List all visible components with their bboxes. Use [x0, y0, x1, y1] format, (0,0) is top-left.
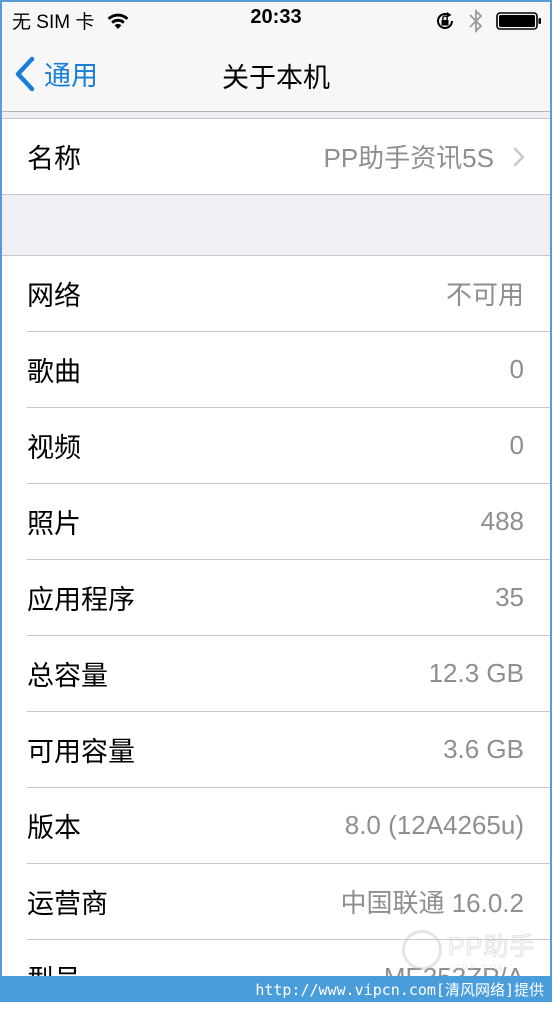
- row-value: 488: [480, 506, 524, 536]
- row-value: 中国联通 16.0.2: [340, 888, 524, 918]
- row-value: 35: [495, 582, 524, 612]
- info-row-applications: 应用程序 35: [27, 560, 552, 636]
- rotation-lock-icon: [437, 12, 453, 29]
- page-title: 关于本机: [222, 63, 330, 93]
- info-row-capacity: 总容量 12.3 GB: [27, 636, 552, 712]
- info-row-videos: 视频 0: [27, 408, 552, 484]
- name-row[interactable]: 名称 PP助手资讯5S: [27, 119, 552, 194]
- info-group: 网络 不可用 歌曲 0 视频 0 照片 488 应用程序 35 总容量 12.3…: [0, 256, 552, 1015]
- row-value: 0: [509, 430, 524, 460]
- footer-text: http://www.vipcn.com[清风网络]提供: [255, 980, 544, 999]
- status-bar: 无 SIM 卡 20:33: [0, 0, 552, 38]
- settings-list: 名称 PP助手资讯5S 网络 不可用 歌曲 0 视频 0 照片 488 应用程序…: [0, 112, 552, 1015]
- info-row-version: 版本 8.0 (12A4265u): [27, 788, 552, 864]
- watermark: PP助手 25PP.COM: [402, 922, 542, 978]
- source-footer: http://www.vipcn.com[清风网络]提供: [0, 976, 552, 1002]
- navigation-bar: 通用 关于本机: [0, 38, 552, 112]
- row-label: 歌曲: [27, 357, 81, 387]
- row-label: 版本: [27, 813, 81, 843]
- info-row-photos: 照片 488: [27, 484, 552, 560]
- row-label: 照片: [27, 509, 81, 539]
- info-row-songs: 歌曲 0: [27, 332, 552, 408]
- row-value: 3.6 GB: [443, 734, 524, 764]
- row-label: 可用容量: [27, 737, 135, 767]
- section-spacer: [0, 112, 552, 119]
- info-row-network: 网络 不可用: [27, 256, 552, 332]
- bluetooth-icon: [469, 8, 483, 34]
- name-value: PP助手资讯5S: [323, 143, 495, 173]
- group-separator: [0, 194, 552, 256]
- pp-logo-icon: [402, 930, 442, 970]
- battery-icon: [496, 12, 541, 30]
- row-label: 应用程序: [27, 585, 135, 615]
- row-label: 视频: [27, 433, 81, 463]
- row-label: 运营商: [27, 889, 108, 919]
- watermark-site: 25PP.COM: [448, 963, 509, 973]
- row-value: 0: [509, 354, 524, 384]
- name-label: 名称: [27, 144, 81, 174]
- chevron-right-icon: [513, 147, 525, 166]
- name-group: 名称 PP助手资讯5S: [0, 119, 552, 194]
- row-value: 8.0 (12A4265u): [344, 810, 524, 840]
- watermark-brand: PP助手: [447, 933, 536, 962]
- row-value: 12.3 GB: [428, 658, 524, 688]
- row-label: 总容量: [27, 661, 108, 691]
- info-row-available: 可用容量 3.6 GB: [27, 712, 552, 788]
- row-label: 网络: [27, 281, 81, 311]
- row-value: 不可用: [445, 280, 524, 310]
- status-right: [434, 8, 542, 34]
